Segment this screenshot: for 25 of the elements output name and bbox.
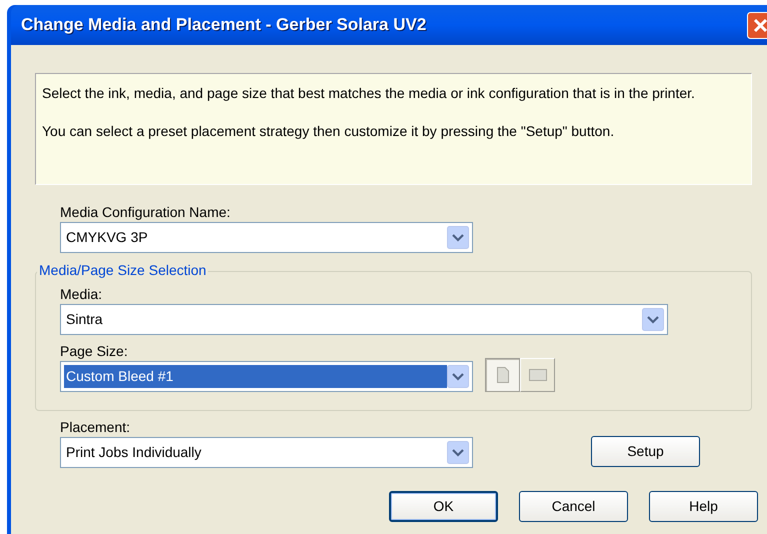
dialog-button[interactable]: Cancel: [519, 491, 628, 522]
landscape-toggle[interactable]: [520, 358, 555, 392]
chevron-down-icon[interactable]: [447, 365, 469, 388]
field-label: Placement:: [60, 419, 132, 436]
page-icon: [496, 367, 508, 383]
dialog-button[interactable]: OK: [389, 491, 498, 522]
dialog-button[interactable]: Help: [649, 491, 758, 522]
field-label: Media Configuration Name:: [60, 204, 232, 221]
portrait-toggle[interactable]: [485, 358, 520, 392]
dropdown[interactable]: Print Jobs Individually: [60, 437, 473, 468]
dropdown[interactable]: Sintra: [60, 304, 668, 335]
window-title: Change Media and Placement - Gerber Solara UV2: [21, 14, 426, 36]
info-text: Select the ink, media, and page size that best matches the media or ink configuration that is in the printer.: [42, 84, 696, 103]
chevron-down-icon[interactable]: [447, 441, 469, 464]
landscape-page-icon: [528, 369, 546, 381]
chevron-down-icon[interactable]: [642, 308, 664, 331]
field-label: Page Size:: [60, 343, 129, 360]
chevron-down-icon[interactable]: [447, 226, 469, 249]
group-legend: Media/Page Size Selection: [37, 262, 208, 279]
field-label: Media:: [60, 286, 104, 303]
close-icon[interactable]: [747, 12, 767, 38]
dropdown[interactable]: CMYKVG 3P: [60, 222, 473, 253]
info-text: You can select a preset placement strategy then customize it by pressing the "Setup" button.: [42, 122, 616, 141]
dropdown[interactable]: Custom Bleed #1: [60, 361, 473, 392]
dialog-button[interactable]: Setup: [591, 436, 700, 467]
